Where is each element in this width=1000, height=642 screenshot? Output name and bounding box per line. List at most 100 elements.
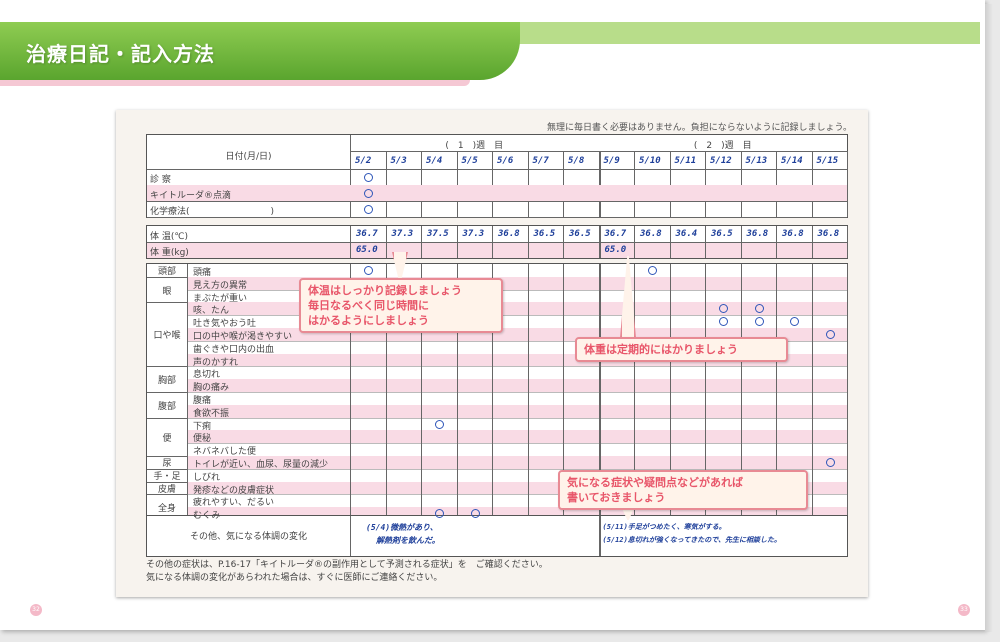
temperature-value: 36.5 (533, 229, 556, 239)
row-divider (187, 392, 847, 393)
other-changes-label: その他、気になる体調の変化 (189, 532, 307, 542)
symptom-group-label: 口や喉 (153, 331, 181, 342)
column-divider (740, 151, 742, 217)
row-divider (187, 289, 847, 291)
column-divider (527, 151, 529, 217)
temperature-value: 37.3 (391, 229, 414, 239)
symptom-item-label: 便秘 (193, 434, 212, 445)
date-cell: 5/15 (816, 156, 839, 166)
visit-row-label: 診 察 (150, 175, 171, 185)
date-cell: 5/4 (426, 156, 443, 166)
page-number-left: 32 (30, 604, 42, 616)
symptom-mark (790, 317, 799, 327)
memo-week2-line2: (5/12)息切れが強くなってきたので、先生に相談した。 (602, 536, 781, 544)
date-cell: 5/2 (355, 156, 372, 166)
symptom-group-label: 胸部 (157, 376, 176, 387)
column-divider (634, 151, 635, 217)
symptom-item-label: 息切れ (193, 370, 221, 381)
temperature-value: 36.5 (569, 229, 591, 239)
date-cell: 5/13 (745, 156, 768, 166)
temperature-value: 36.7 (356, 229, 378, 239)
symptom-item-label: まぶたが重い (193, 293, 248, 304)
group-divider (147, 302, 187, 304)
symptom-item-label: むくみ (193, 511, 221, 522)
memo-week1-line1: (5/4)微熱があり、 (366, 523, 438, 532)
symptom-group-label: 尿 (162, 459, 172, 470)
date-cell: 5/3 (390, 156, 407, 166)
column-divider (847, 264, 848, 520)
date-visit-table: 日付(月/日) ( 1 )週 目 ( 2 )週 目 5/2 5/3 5/4 5/5 5/6 5/… (146, 134, 848, 218)
symptom-item-label: しびれ (193, 472, 221, 483)
column-divider (669, 226, 671, 258)
footer-note-2: 気になる体調の変化があらわれた場合は、すぐに医師にご連絡ください。 (146, 573, 443, 583)
symptom-group-label: 皮膚 (157, 485, 176, 495)
column-divider (847, 151, 848, 217)
row-divider (147, 201, 847, 202)
pink-row (187, 430, 847, 444)
column-divider (563, 151, 564, 217)
symptom-mark (754, 304, 764, 314)
date-cell: 5/8 (568, 156, 585, 166)
symptom-item-label: 吐き気やおう吐 (193, 319, 257, 330)
symptom-item-label: 腹痛 (193, 396, 212, 406)
temperature-value: 36.8 (746, 229, 769, 239)
column-divider (705, 151, 706, 217)
column-divider (705, 226, 706, 258)
weight-label: 体 重(kg) (150, 248, 189, 258)
page-title: 治療日記・記入方法 (26, 42, 215, 66)
other-changes-table: その他、気になる体調の変化 (5/4)微熱があり、解熱剤を飲んだ。 (5/11)手足… (146, 515, 848, 557)
visit-mark (364, 189, 373, 198)
visit-mark (364, 205, 373, 214)
symptom-item-label: 下痢 (193, 421, 212, 432)
pink-row (187, 302, 847, 316)
temperature-value: 37.3 (462, 229, 485, 239)
callout-weight-line: 体重は定期的にはかりましょう (584, 343, 738, 356)
symptom-item-label: 咳、たん (193, 306, 230, 317)
memo-week1-line2: 解熱剤を飲んだ。 (376, 536, 440, 545)
callout-symptoms-line1: 気になる症状や疑問点などがあれば (567, 476, 743, 489)
page-edge-shadow (985, 4, 993, 632)
column-divider (385, 226, 387, 258)
symptom-mark (825, 330, 835, 339)
symptom-mark (754, 317, 764, 327)
group-divider (147, 366, 187, 368)
temperature-weight-table: 体 温(℃) 体 重(kg) 36.7 37.3 37.5 37.3 36.8 36.5 36.… (146, 225, 848, 259)
visit-row-label: キイトルーダ®点滴 (150, 191, 232, 201)
column-divider (598, 226, 601, 258)
memo-week2-line1: (5/11)手足がつめたく、寒気がする。 (602, 523, 726, 531)
column-divider (598, 151, 601, 217)
callout-temp-line3: はかるようにしましょう (308, 314, 429, 327)
temperature-value: 36.8 (640, 229, 662, 239)
date-cell: 5/10 (639, 156, 661, 166)
symptom-item-label: 胸の痛み (193, 383, 230, 394)
temperature-value: 36.5 (711, 229, 733, 239)
symptom-group-label: 眼 (162, 286, 172, 297)
row-divider (187, 315, 847, 317)
row-divider (147, 169, 847, 170)
symptom-item-label: 声のかすれ (193, 357, 239, 368)
symptom-item-label: ネバネバした便 (193, 447, 257, 458)
temperature-label: 体 温(℃) (150, 232, 188, 242)
pink-row (187, 379, 847, 392)
banner-underline (0, 80, 470, 86)
column-divider (811, 151, 813, 217)
column-divider (350, 135, 351, 151)
sheet-note: 無理に毎日書く必要はありません。負担にならないように記録しましょう。 (546, 123, 852, 133)
column-divider (776, 226, 777, 258)
symptom-mark (364, 266, 373, 275)
date-cell: 5/9 (603, 156, 620, 166)
symptom-group-label: 手・足 (153, 472, 181, 483)
column-divider (776, 151, 777, 217)
column-divider (527, 264, 529, 520)
symptom-mark (470, 509, 480, 519)
page-number-right: 33 (958, 604, 970, 616)
column-divider (811, 264, 813, 520)
column-divider (527, 226, 529, 258)
symptom-item-label: 食欲不振 (193, 408, 230, 419)
callout-temperature: 体温はしっかり記録しましょう 毎日なるべく同じ時間に はかるようにしましょう (299, 278, 503, 333)
weight-value: 65.0 (356, 245, 378, 255)
row-divider (187, 443, 847, 445)
column-divider (350, 151, 351, 217)
group-divider (147, 392, 187, 393)
column-divider (385, 151, 387, 217)
